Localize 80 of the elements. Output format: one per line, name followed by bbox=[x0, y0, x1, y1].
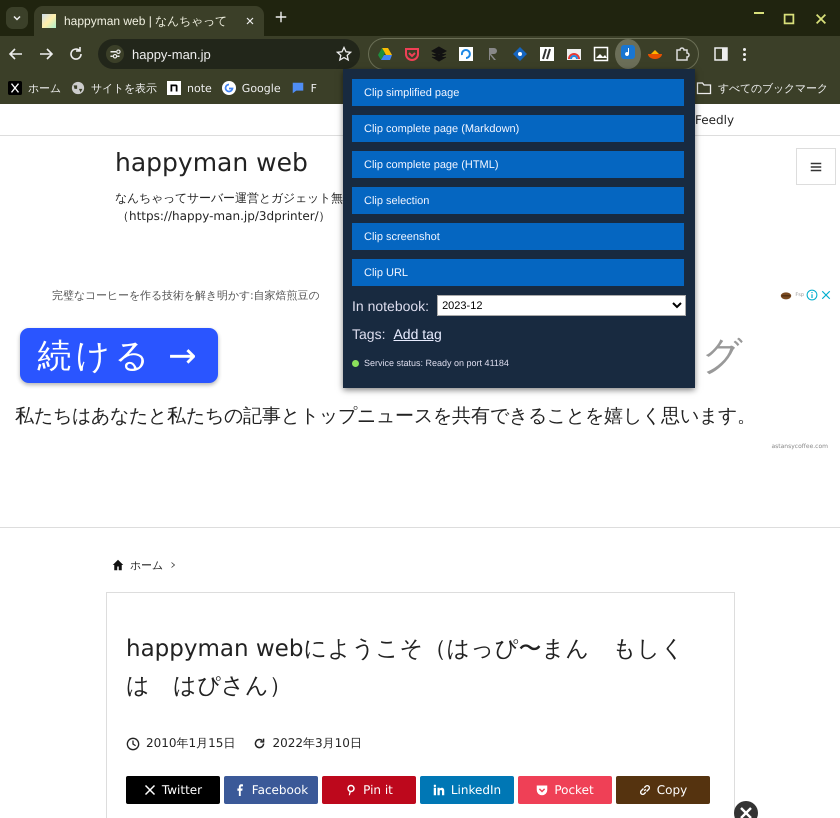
share-button[interactable]: Pocket bbox=[518, 776, 612, 804]
bookmark-link[interactable]: ホーム bbox=[28, 80, 61, 96]
published-date: 2010年1月15日 bbox=[146, 735, 236, 752]
bookmark-link[interactable]: F bbox=[310, 82, 317, 94]
home-icon bbox=[112, 559, 124, 571]
ad-heading: グ bbox=[702, 332, 743, 381]
article-title: happyman webにようこそ（はっぴ〜まん もしくは はぴさん） bbox=[126, 635, 686, 701]
tagline-url: （https://happy-man.jp/3dprinter/） bbox=[116, 208, 331, 225]
browser-tab[interactable]: happyman web | なんちゃって bbox=[34, 6, 264, 36]
favicon-icon bbox=[42, 14, 56, 28]
close-icon bbox=[814, 12, 828, 26]
bookmark-link[interactable]: サイトを表示 bbox=[91, 80, 157, 96]
breadcrumb-link[interactable]: ホーム bbox=[130, 558, 163, 572]
forward-icon bbox=[38, 46, 54, 62]
side-panel-icon bbox=[713, 46, 729, 62]
clip-button[interactable]: Clip URL bbox=[352, 259, 684, 286]
refresh-icon bbox=[253, 737, 266, 750]
ad-headline: 完璧なコーヒーを作る技術を解き明かす:自家焙煎豆の bbox=[52, 288, 321, 302]
ad-message: 私たちはあなたと私たちの記事とトップニュースを共有できることを嬉しく思います。 bbox=[14, 404, 757, 429]
service-status: Service status: Ready on port 41184 bbox=[364, 358, 509, 368]
continue-button[interactable]: 続ける → bbox=[20, 328, 218, 383]
new-tab-icon bbox=[274, 10, 288, 24]
star-icon bbox=[336, 46, 352, 62]
share-button[interactable]: Pin it bbox=[322, 776, 416, 804]
close-icon bbox=[244, 15, 256, 27]
globe-icon bbox=[71, 81, 85, 95]
note-logo-icon bbox=[167, 81, 181, 95]
status-dot-icon bbox=[352, 360, 359, 366]
close-icon bbox=[820, 289, 832, 301]
minimize-icon bbox=[754, 12, 764, 14]
share-button[interactable]: Facebook bbox=[224, 776, 318, 804]
clip-button[interactable]: Clip complete page (HTML) bbox=[352, 151, 684, 178]
diamond-icon bbox=[512, 46, 528, 62]
notebook-select[interactable]: 2023-12 bbox=[437, 295, 686, 316]
tab-search-button[interactable] bbox=[6, 7, 28, 29]
clip-button[interactable]: Clip screenshot bbox=[352, 223, 684, 250]
image-icon bbox=[593, 46, 609, 62]
pocket-icon bbox=[404, 46, 420, 62]
bookmark-link[interactable]: note bbox=[187, 82, 212, 94]
menu-button[interactable] bbox=[796, 148, 836, 185]
more-icon bbox=[743, 48, 746, 60]
pocket-icon bbox=[536, 784, 548, 796]
maximize-icon bbox=[782, 12, 796, 26]
notebook-label: In notebook: bbox=[352, 298, 430, 314]
chat-icon bbox=[290, 81, 305, 95]
clock-icon bbox=[126, 736, 140, 750]
x-logo-icon bbox=[8, 81, 22, 95]
x-logo-icon bbox=[144, 784, 156, 796]
all-bookmarks-link[interactable]: すべてのブックマーク bbox=[718, 80, 828, 96]
address-bar[interactable]: happy-man.jp bbox=[98, 39, 360, 69]
nav-link[interactable]: Feedly bbox=[695, 112, 734, 126]
stripes-icon bbox=[539, 46, 555, 62]
share-button[interactable]: LinkedIn bbox=[420, 776, 514, 804]
swirl-icon bbox=[458, 46, 474, 62]
close-icon[interactable] bbox=[734, 801, 758, 818]
site-tagline: なんちゃってサーバー運営とガジェット無 bbox=[115, 190, 343, 207]
note-icon bbox=[620, 44, 636, 60]
site-settings-icon bbox=[106, 45, 124, 63]
reload-icon bbox=[68, 46, 84, 62]
linkedin-icon bbox=[432, 784, 445, 796]
clip-button[interactable]: Clip selection bbox=[352, 187, 684, 214]
rainbow-icon bbox=[566, 46, 582, 62]
bookmark-link[interactable]: Google bbox=[242, 82, 281, 94]
back-icon bbox=[8, 46, 24, 62]
layers-icon bbox=[431, 46, 447, 62]
clip-button[interactable]: Clip simplified page bbox=[352, 79, 684, 106]
share-button[interactable]: Twitter bbox=[126, 776, 220, 804]
link-icon bbox=[638, 784, 651, 796]
pinterest-icon bbox=[345, 784, 358, 796]
puzzle-icon bbox=[674, 46, 690, 62]
triangle-icon bbox=[377, 46, 393, 62]
info-icon bbox=[806, 289, 818, 301]
share-button[interactable]: Copy bbox=[616, 776, 710, 804]
add-tag-link[interactable]: Add tag bbox=[393, 326, 442, 342]
updated-date: 2022年3月10日 bbox=[272, 735, 362, 752]
tags-label: Tags: bbox=[352, 326, 386, 342]
folder-icon bbox=[696, 80, 712, 96]
google-icon bbox=[222, 81, 236, 95]
chevron-right-icon bbox=[169, 561, 177, 569]
clip-button[interactable]: Clip complete page (Markdown) bbox=[352, 115, 684, 142]
